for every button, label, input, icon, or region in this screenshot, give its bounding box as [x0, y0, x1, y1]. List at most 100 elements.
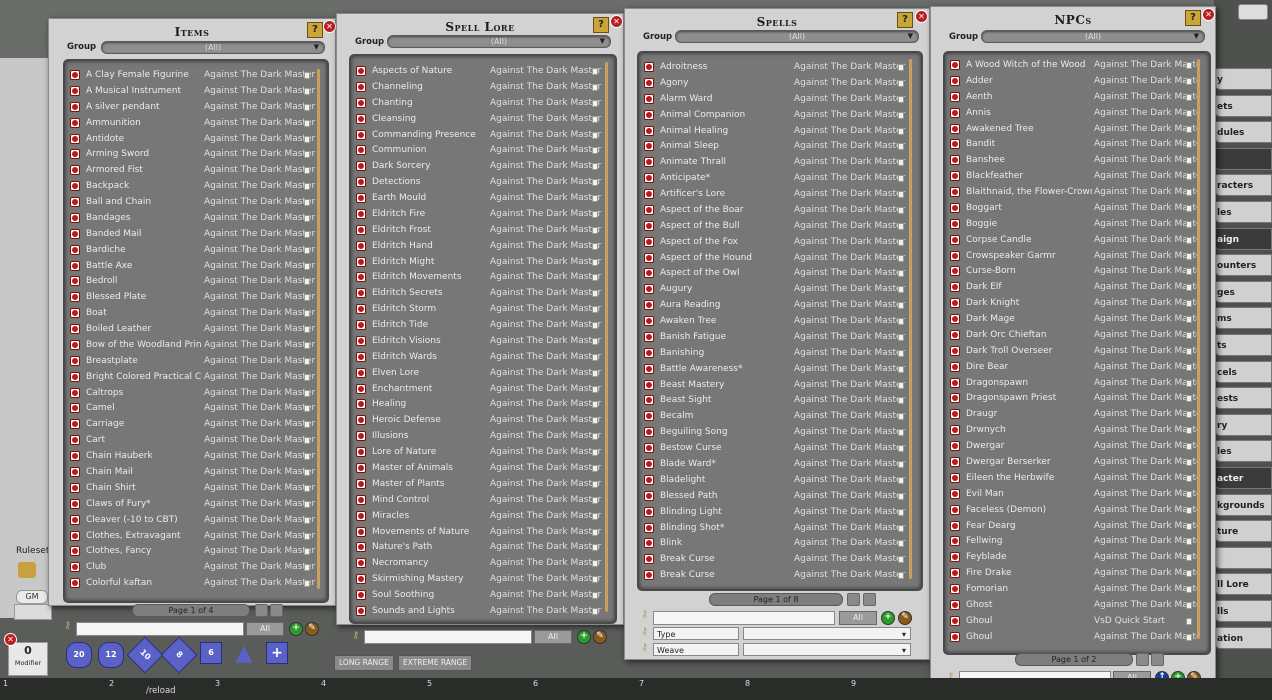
list-item[interactable]: Caltrops Against The Dark Master [70, 386, 316, 400]
list-item[interactable]: Boggart Against The Dark Master [950, 201, 1198, 215]
record-icon[interactable] [644, 62, 654, 72]
list-item[interactable]: Movements of Nature Against The Dark Mast… [356, 525, 604, 539]
list-item[interactable]: Artificer's Lore Against The Dark Master [644, 187, 910, 201]
lock-icon[interactable] [898, 191, 904, 199]
record-icon[interactable] [70, 403, 80, 414]
record-icon[interactable] [356, 542, 366, 553]
type-filter-select[interactable]: ▾ [743, 627, 911, 640]
lock-icon[interactable] [898, 95, 904, 103]
record-icon[interactable] [644, 427, 654, 438]
record-icon[interactable] [70, 117, 80, 128]
page-next-button[interactable] [863, 593, 876, 606]
list-item[interactable]: Channeling Against The Dark Master [356, 80, 604, 94]
record-icon[interactable] [70, 181, 80, 192]
record-icon[interactable] [644, 284, 654, 295]
record-icon[interactable] [644, 157, 654, 168]
lock-icon[interactable] [592, 576, 598, 584]
record-icon[interactable] [356, 574, 366, 585]
record-icon[interactable] [356, 367, 366, 378]
lock-icon[interactable] [1186, 459, 1192, 466]
list-item[interactable]: Ghost Against The Dark Master [950, 598, 1198, 612]
lock-icon[interactable] [898, 349, 904, 357]
lock-icon[interactable] [304, 405, 310, 413]
list-item[interactable]: Dark Elf Against The Dark Master [950, 280, 1198, 294]
lock-icon[interactable] [1186, 62, 1192, 69]
record-icon[interactable] [356, 288, 366, 299]
group-select[interactable]: (All) ▼ [675, 30, 919, 43]
record-icon[interactable] [644, 252, 654, 263]
close-icon[interactable]: ✕ [915, 10, 928, 23]
items-list[interactable]: A Clay Female Figurine Against The Dark M… [63, 59, 329, 603]
record-icon[interactable] [950, 60, 960, 70]
add-dice-icon[interactable]: + [266, 642, 288, 664]
record-icon[interactable] [950, 123, 960, 134]
lock-icon[interactable] [304, 421, 310, 429]
record-icon[interactable] [950, 107, 960, 118]
list-item[interactable]: Clothes, Fancy Against The Dark Master [70, 544, 316, 558]
lock-icon[interactable] [1186, 204, 1192, 212]
list-item[interactable]: Bow of the Woodland Prince Against The Da… [70, 338, 316, 352]
sidebar-button[interactable]: ture [1214, 520, 1272, 543]
record-icon[interactable] [644, 331, 654, 342]
lock-icon[interactable] [898, 556, 904, 564]
list-item[interactable]: Aspect of the Bull Against The Dark Maste… [644, 219, 910, 233]
list-item[interactable]: Becalm Against The Dark Master [644, 409, 910, 423]
list-item[interactable]: Curse-Born Against The Dark Master [950, 264, 1198, 278]
record-icon[interactable] [644, 347, 654, 358]
lock-icon[interactable] [304, 532, 310, 540]
list-item[interactable]: A Wood Witch of the Wood Against The Dark… [950, 58, 1198, 72]
help-icon[interactable]: ? [897, 12, 913, 28]
list-item[interactable]: Bladelight Against The Dark Master [644, 473, 910, 487]
list-item[interactable]: Antidote Against The Dark Master [70, 132, 316, 146]
lock-icon[interactable] [1186, 220, 1192, 228]
sidebar-button[interactable]: ts [1214, 334, 1272, 356]
lock-icon[interactable] [898, 64, 904, 71]
list-item[interactable]: Anticipate* Against The Dark Master [644, 171, 910, 185]
list-item[interactable]: Corpse Candle Against The Dark Master [950, 233, 1198, 247]
list-item[interactable]: Cleaver (-10 to CBT) Against The Dark Mas… [70, 513, 316, 527]
lock-icon[interactable] [898, 254, 904, 262]
record-icon[interactable] [644, 379, 654, 390]
lock-icon[interactable] [898, 175, 904, 183]
lock-icon[interactable] [592, 306, 598, 314]
list-item[interactable]: Cleansing Against The Dark Master [356, 112, 604, 126]
list-item[interactable]: Master of Plants Against The Dark Master [356, 477, 604, 491]
lock-icon[interactable] [898, 476, 904, 484]
npcs-list[interactable]: A Wood Witch of the Wood Against The Dark… [943, 51, 1211, 655]
lock-icon[interactable] [304, 167, 310, 175]
record-icon[interactable] [356, 351, 366, 362]
lock-icon[interactable] [592, 369, 598, 377]
list-item[interactable]: Master of Animals Against The Dark Master [356, 461, 604, 475]
list-item[interactable]: Adroitness Against The Dark Master [644, 60, 910, 74]
lock-icon[interactable] [592, 210, 598, 218]
record-icon[interactable] [950, 345, 960, 356]
record-icon[interactable] [950, 520, 960, 531]
lock-icon[interactable] [898, 143, 904, 151]
record-icon[interactable] [356, 193, 366, 204]
list-item[interactable]: Dire Bear Against The Dark Master [950, 360, 1198, 374]
sidebar-button[interactable]: ounters [1214, 254, 1272, 277]
record-icon[interactable] [70, 530, 80, 541]
spell-lore-scrollbar[interactable] [605, 62, 608, 612]
lock-icon[interactable] [304, 103, 310, 111]
list-item[interactable]: Enchantment Against The Dark Master [356, 382, 604, 396]
lock-icon[interactable] [592, 512, 598, 520]
list-item[interactable]: Eldritch Tide Against The Dark Master [356, 318, 604, 332]
record-icon[interactable] [950, 218, 960, 229]
list-item[interactable]: Draugr Against The Dark Master [950, 407, 1198, 421]
list-item[interactable]: Dark Mage Against The Dark Master [950, 312, 1198, 326]
record-icon[interactable] [356, 256, 366, 267]
lock-icon[interactable] [592, 480, 598, 488]
record-icon[interactable] [70, 419, 80, 430]
list-item[interactable]: Ball and Chain Against The Dark Master [70, 195, 316, 209]
list-item[interactable]: Aura Reading Against The Dark Master [644, 298, 910, 312]
record-icon[interactable] [356, 494, 366, 505]
sidebar-button[interactable] [1214, 147, 1272, 170]
sidebar-button[interactable]: ation [1214, 626, 1272, 649]
hotkey-number[interactable]: 1 [3, 679, 8, 688]
list-item[interactable]: Break Curse Against The Dark Master [644, 568, 910, 582]
record-icon[interactable] [70, 244, 80, 255]
list-item[interactable]: Eldritch Secrets Against The Dark Master [356, 286, 604, 300]
list-item[interactable]: Blessed Plate Against The Dark Master [70, 290, 316, 304]
list-item[interactable]: Blade Ward* Against The Dark Master [644, 457, 910, 471]
